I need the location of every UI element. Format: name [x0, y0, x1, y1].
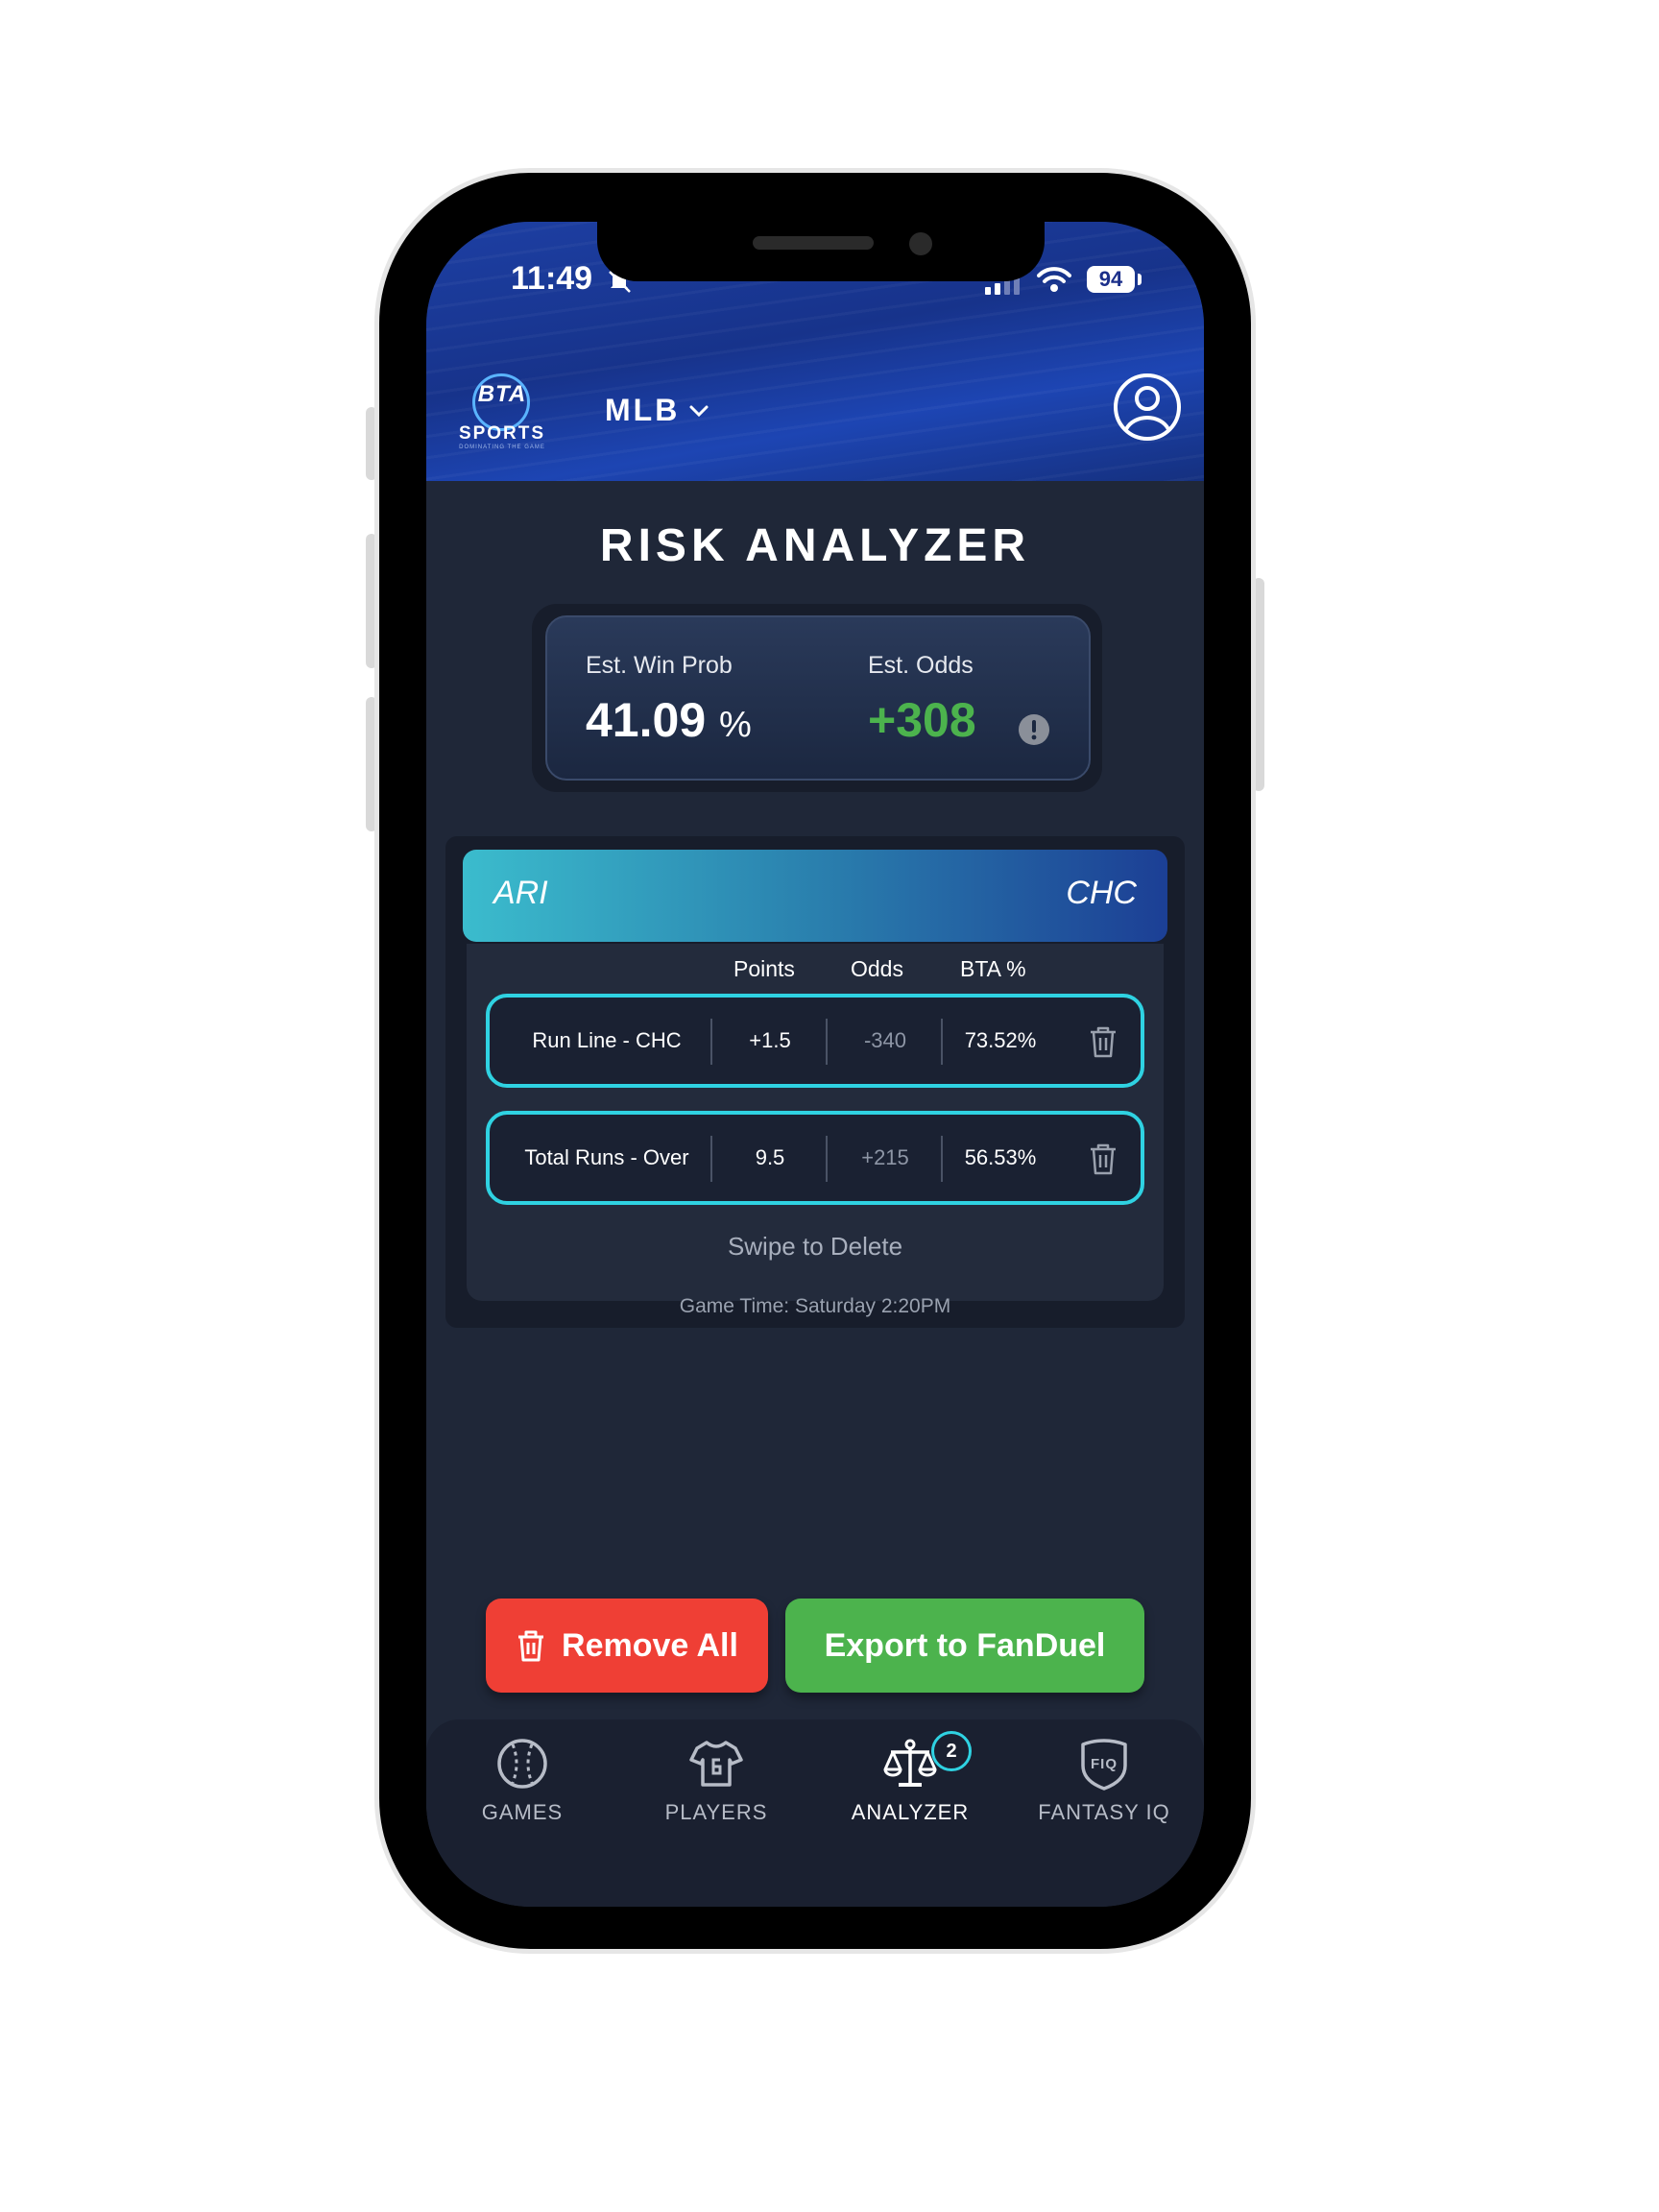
column-header-points: Points — [733, 956, 795, 981]
export-fanduel-button[interactable]: Export to FanDuel — [785, 1599, 1144, 1693]
column-header-odds: Odds — [851, 956, 903, 981]
bet-points: 9.5 — [755, 1145, 785, 1169]
column-header-bta-pct: BTA % — [960, 956, 1026, 981]
profile-icon[interactable] — [1112, 372, 1183, 443]
odds-value: +308 — [868, 693, 976, 747]
bta-sports-logo[interactable]: BTA SPORTS DOMINATING THE GAME — [451, 366, 553, 452]
estimate-summary-card: Est. Win Prob 41.09 % Est. Odds +308 — [545, 615, 1091, 781]
bet-odds: +215 — [861, 1145, 909, 1169]
bet-market: Total Runs - Over — [524, 1145, 689, 1169]
phone-notch — [597, 222, 1045, 281]
info-icon[interactable] — [1018, 713, 1050, 746]
page-title: RISK ANALYZER — [599, 520, 1031, 571]
bet-points: +1.5 — [749, 1028, 791, 1052]
bet-market: Run Line - CHC — [532, 1028, 682, 1052]
jersey-icon — [689, 1741, 743, 1787]
analyzer-count-badge: 2 — [931, 1731, 972, 1771]
bet-bta-pct: 56.53% — [964, 1145, 1037, 1169]
win-prob-value: 41.09 % — [586, 693, 752, 747]
scale-icon — [883, 1739, 937, 1787]
battery-indicator: 94 — [1087, 266, 1135, 293]
nav-item-players[interactable]: PLAYERS — [630, 1735, 803, 1825]
league-selector[interactable]: MLB — [605, 393, 710, 428]
bet-row[interactable]: Run Line - CHC +1.5 -340 73.52% — [486, 994, 1144, 1088]
remove-all-button[interactable]: Remove All — [486, 1599, 768, 1693]
status-time: 11:49 — [511, 260, 593, 297]
bet-odds: -340 — [863, 1028, 907, 1052]
win-prob-label: Est. Win Prob — [586, 652, 733, 679]
fiq-shield-icon: FIQ — [1081, 1739, 1127, 1791]
matchup-banner: ARI CHC — [463, 850, 1167, 942]
svg-text:FIQ: FIQ — [1091, 1756, 1118, 1772]
chevron-down-icon — [689, 405, 709, 417]
front-camera — [909, 232, 932, 255]
app-screen: 11:49 94 BTA SPORTS DOMINATING THE GAME … — [426, 222, 1204, 1907]
nav-item-fantasy-iq[interactable]: FIQ FANTASY IQ — [1018, 1735, 1190, 1825]
league-label: MLB — [605, 393, 681, 427]
game-time: Game Time: Saturday 2:20PM — [679, 1295, 951, 1317]
baseball-icon — [497, 1739, 547, 1789]
trash-icon[interactable] — [1087, 1142, 1119, 1176]
speaker-grill — [753, 236, 874, 250]
home-team: CHC — [1066, 875, 1137, 911]
odds-label: Est. Odds — [868, 652, 974, 679]
wifi-icon — [1037, 267, 1071, 292]
bet-bta-pct: 73.52% — [964, 1028, 1037, 1052]
away-team: ARI — [493, 875, 548, 911]
trash-icon[interactable] — [1087, 1024, 1119, 1059]
trash-icon — [518, 1630, 544, 1662]
bet-row[interactable]: Total Runs - Over 9.5 +215 56.53% — [486, 1111, 1144, 1205]
nav-item-games[interactable]: GAMES — [436, 1735, 609, 1825]
swipe-hint: Swipe to Delete — [727, 1232, 903, 1261]
